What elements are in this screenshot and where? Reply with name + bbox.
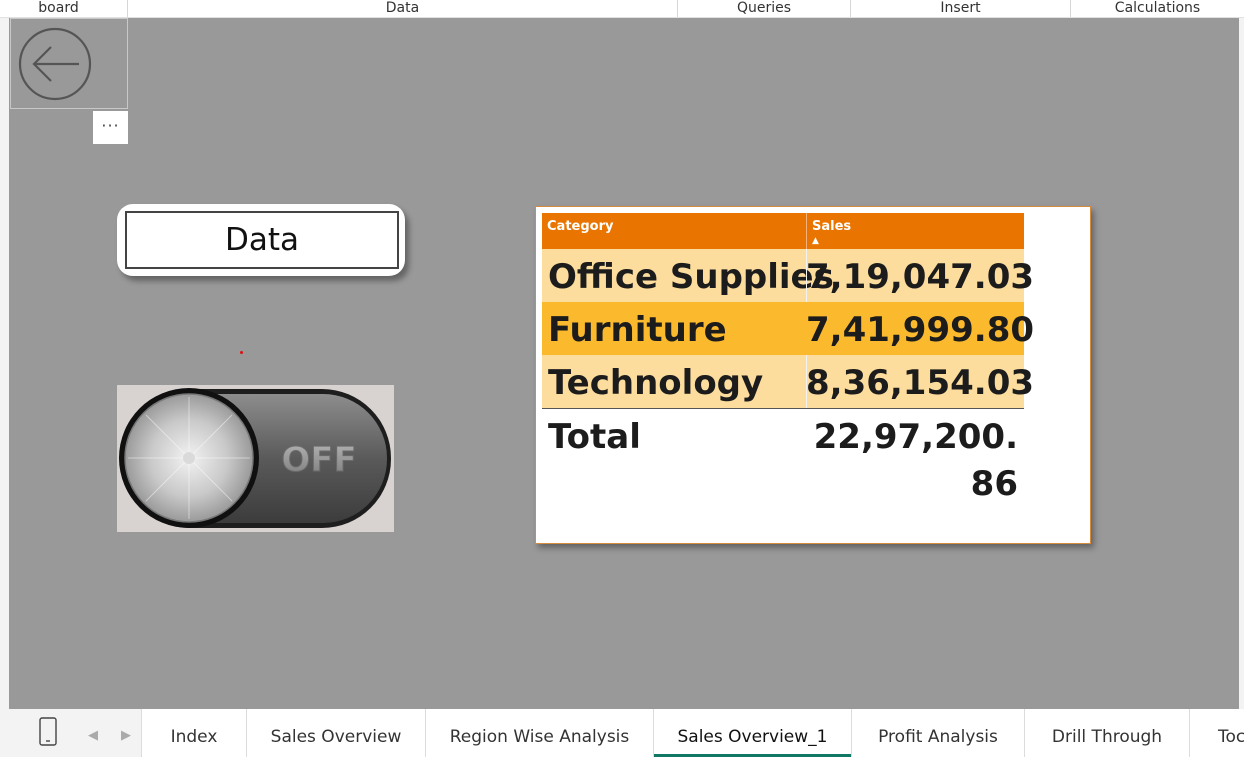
tab-profit-analysis[interactable]: Profit Analysis: [851, 709, 1024, 757]
back-arrow-icon: [18, 27, 92, 101]
ribbon-group-calculations: Calculations: [1114, 0, 1201, 16]
toggle-off-text: OFF: [281, 440, 356, 480]
table-header-row: Category Sales ▲: [542, 213, 1024, 249]
table-matrix: Category Sales ▲ Office Supplies 7,19,04…: [542, 213, 1035, 519]
ribbon-group-labels: board Data Queries Insert Calculations: [0, 0, 1244, 18]
tab-region-wise-analysis[interactable]: Region Wise Analysis: [425, 709, 653, 757]
page-tab-bar: Index Sales Overview Region Wise Analysi…: [0, 709, 1244, 757]
data-button-label: Data: [125, 211, 399, 269]
sales-by-category-table[interactable]: Category Sales ▲ Office Supplies 7,19,04…: [535, 206, 1091, 544]
ribbon-group-clipboard: board: [0, 0, 128, 17]
column-header-sales[interactable]: Sales: [806, 213, 1024, 249]
canvas-right-edge: [1239, 18, 1244, 709]
tab-sales-overview-1-label: Sales Overview_1: [677, 727, 828, 747]
tab-index[interactable]: Index: [141, 709, 246, 757]
back-button[interactable]: [10, 18, 128, 109]
table-row[interactable]: Furniture 7,41,999.80: [542, 302, 1035, 355]
total-value: 22,97,200.86: [813, 417, 1018, 504]
red-dot-marker: [240, 351, 243, 354]
table-total-row: Total 22,97,200.86: [542, 408, 1024, 519]
total-label: Total: [548, 417, 641, 457]
sales-cell: 7,19,047.03: [806, 257, 1035, 297]
column-header-category[interactable]: Category: [542, 213, 806, 249]
tab-drill-through[interactable]: Drill Through: [1024, 709, 1189, 757]
tab-sales-overview[interactable]: Sales Overview: [246, 709, 425, 757]
table-row[interactable]: Office Supplies 7,19,047.03: [542, 249, 1035, 302]
off-toggle-switch[interactable]: OFF: [117, 385, 394, 532]
tab-sales-overview-1[interactable]: Sales Overview_1: [653, 709, 851, 757]
category-cell: Technology: [548, 363, 764, 403]
tabs-scroll-left-icon[interactable]: ◀: [88, 728, 98, 743]
tab-toc[interactable]: Toc: [1189, 709, 1244, 757]
category-cell: Office Supplies: [548, 257, 834, 297]
table-row[interactable]: Technology 8,36,154.03: [542, 355, 1035, 408]
ribbon-group-data: Data: [128, 0, 678, 17]
category-cell: Furniture: [548, 310, 727, 350]
more-options-button[interactable]: ···: [93, 111, 128, 144]
toggle-switch-icon: OFF: [119, 388, 391, 528]
data-button[interactable]: Data: [117, 204, 405, 276]
sort-ascending-icon[interactable]: ▲: [812, 237, 819, 246]
ribbon-group-insert: Insert: [851, 0, 1071, 17]
ribbon-group-queries: Queries: [678, 0, 851, 17]
mobile-layout-icon[interactable]: [38, 717, 58, 747]
sales-cell: 7,41,999.80: [806, 310, 1035, 350]
tabs-scroll-right-icon[interactable]: ▶: [121, 728, 131, 743]
sales-cell: 8,36,154.03: [806, 363, 1035, 403]
